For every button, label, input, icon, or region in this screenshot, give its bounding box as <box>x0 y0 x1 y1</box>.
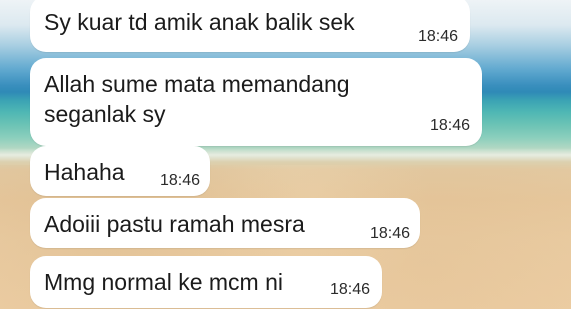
message-text: Adoiii pastu ramah mesra <box>44 211 305 237</box>
message-timestamp: 18:46 <box>369 225 410 242</box>
message-bubble[interactable]: Mmg normal ke mcm ni 18:46 <box>30 256 382 308</box>
message-text: Hahaha <box>44 159 125 185</box>
message-text: Allah sume mata memandang seganlak sy <box>44 71 350 127</box>
message-timestamp: 18:46 <box>429 117 470 134</box>
message-bubble[interactable]: Allah sume mata memandang seganlak sy 18… <box>30 58 482 146</box>
message-bubble[interactable]: Sy kuar td amik anak balik sek 18:46 <box>30 0 470 52</box>
message-timestamp: 18:46 <box>417 28 458 45</box>
message-timestamp: 18:46 <box>159 172 200 189</box>
message-bubble[interactable]: Hahaha 18:46 <box>30 146 210 196</box>
message-text: Mmg normal ke mcm ni <box>44 269 283 295</box>
message-timestamp: 18:46 <box>329 281 370 298</box>
message-text: Sy kuar td amik anak balik sek <box>44 9 355 35</box>
message-bubble[interactable]: Adoiii pastu ramah mesra 18:46 <box>30 198 420 248</box>
